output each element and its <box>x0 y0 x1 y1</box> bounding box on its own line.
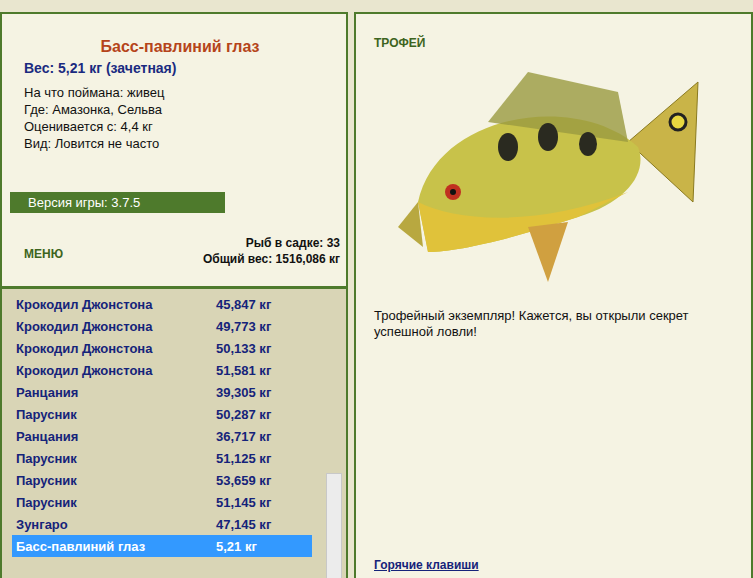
trophy-badge: ТРОФЕЙ <box>374 36 741 50</box>
catch-row[interactable]: Парусник50,287 кг <box>12 403 312 425</box>
catch-list: Крокодил Джонстона45,847 кгКрокодил Джон… <box>2 286 346 578</box>
version-bar: Версия игры: 3.7.5 <box>10 192 225 213</box>
trophy-message: Трофейный экземпляр! Кажется, вы открыли… <box>374 308 741 340</box>
catch-row[interactable]: Парусник53,659 кг <box>12 469 312 491</box>
fish-name: Басс-павлиний глаз <box>24 38 336 56</box>
fish-detail: Оценивается с: 4,4 кг <box>24 118 336 135</box>
menu-button[interactable]: МЕНЮ <box>24 247 63 261</box>
fish-weight: Вес: 5,21 кг (зачетная) <box>24 60 336 76</box>
catch-stat: Общий вес: 1516,086 кг <box>203 251 340 267</box>
catch-row[interactable]: Крокодил Джонстона50,133 кг <box>12 337 312 359</box>
catch-stat: Рыб в садке: 33 <box>203 235 340 251</box>
catch-row[interactable]: Ранцания39,305 кг <box>12 381 312 403</box>
catch-row[interactable]: Ранцания36,717 кг <box>12 425 312 447</box>
fish-detail: На что поймана: живец <box>24 84 336 101</box>
scrollbar[interactable] <box>326 473 342 578</box>
catch-row[interactable]: Крокодил Джонстона45,847 кг <box>12 293 312 315</box>
catch-row[interactable]: Парусник51,125 кг <box>12 447 312 469</box>
fish-detail: Вид: Ловится не часто <box>24 135 336 152</box>
game-window: Басс-павлиний глаз Вес: 5,21 кг (зачетная… <box>0 0 753 578</box>
catch-row[interactable]: Басс-павлиний глаз5,21 кг <box>12 535 312 557</box>
fish-picture <box>378 52 708 302</box>
catch-row[interactable]: Парусник51,145 кг <box>12 491 312 513</box>
catch-row[interactable]: Зунгаро47,145 кг <box>12 513 312 535</box>
trophy-panel: ТРОФЕЙ Трофейный экземпляр! Кажется, вы о… <box>356 12 753 578</box>
fish-info: Басс-павлиний глаз Вес: 5,21 кг (зачетная… <box>2 14 346 192</box>
fish-detail: Где: Амазонка, Сельва <box>24 101 336 118</box>
catch-row[interactable]: Крокодил Джонстона51,581 кг <box>12 359 312 381</box>
hotkeys-link[interactable]: Горячие клавиши <box>374 558 741 572</box>
catch-row[interactable]: Крокодил Джонстона49,773 кг <box>12 315 312 337</box>
divider <box>346 12 356 578</box>
left-panel: Басс-павлиний глаз Вес: 5,21 кг (зачетная… <box>0 12 346 578</box>
